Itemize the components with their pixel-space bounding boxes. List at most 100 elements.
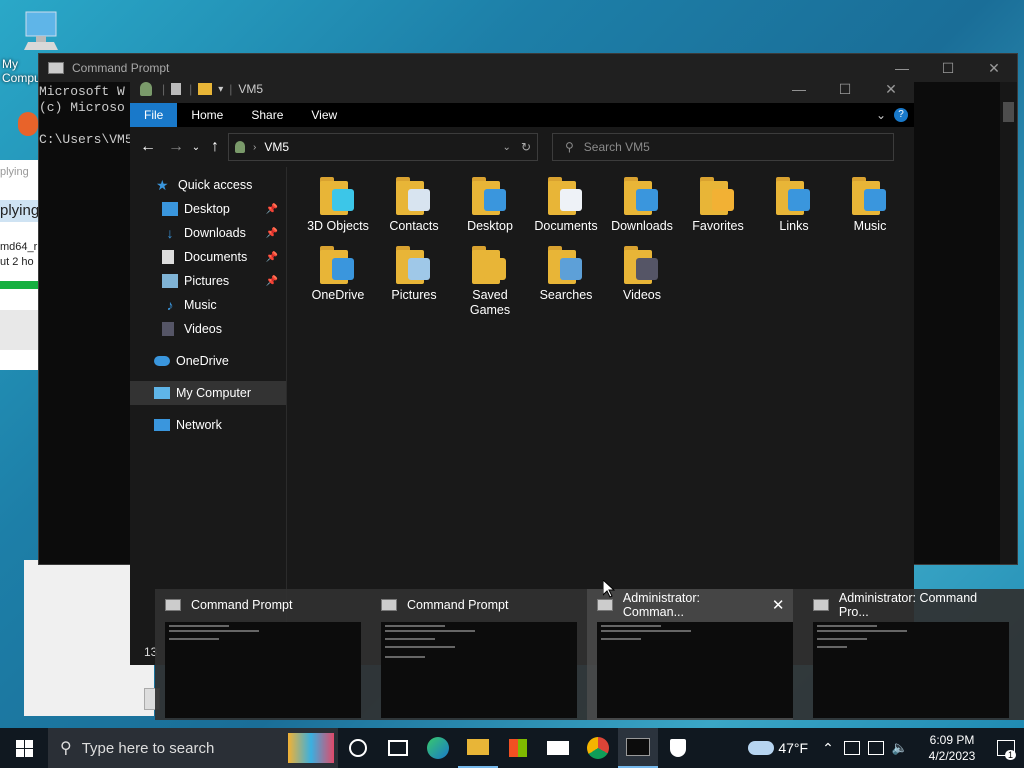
search-placeholder: Search VM5 (583, 140, 650, 154)
minimize-button[interactable]: — (879, 60, 925, 77)
thumbnail-admin-cmd-2[interactable]: Administrator: Command Pro... (803, 589, 1009, 720)
task-view-button[interactable] (378, 728, 418, 768)
folder-label: Downloads (611, 219, 673, 233)
nav-item-desktop[interactable]: Desktop 📌 (130, 197, 286, 221)
mail-icon (547, 741, 569, 755)
recent-locations-icon[interactable]: ⌄ (190, 142, 202, 153)
nav-item-videos[interactable]: Videos (130, 317, 286, 341)
minimize-button[interactable]: — (776, 81, 822, 98)
cmd-icon (597, 599, 613, 611)
cortana-icon (349, 739, 367, 757)
tab-home[interactable]: Home (177, 103, 237, 127)
tray-app-icon[interactable] (843, 741, 860, 755)
nav-item-network[interactable]: Network (130, 413, 286, 437)
pin-icon[interactable]: 📌 (266, 228, 278, 239)
clock-date: 4/2/2023 (928, 749, 976, 763)
chevron-down-icon[interactable]: ⌄ (503, 142, 511, 153)
folder-pictures[interactable]: Pictures (376, 244, 452, 302)
user-folder-icon (140, 82, 152, 96)
navigation-pane[interactable]: ★ Quick access Desktop 📌 ↓ Downloads 📌 D… (130, 167, 287, 657)
nav-item-my-computer[interactable]: My Computer (130, 381, 286, 405)
folder-links[interactable]: Links (756, 175, 832, 233)
properties-icon[interactable] (171, 83, 182, 95)
desktop-icon (162, 202, 178, 216)
weather-temperature[interactable]: 47°F (778, 740, 808, 756)
folder-saved-games[interactable]: Saved Games (452, 244, 528, 318)
folder-label: Contacts (389, 219, 439, 233)
cortana-button[interactable] (338, 728, 378, 768)
folder-onedrive[interactable]: OneDrive (300, 244, 376, 302)
up-icon[interactable]: ↑ (202, 138, 228, 156)
chrome-button[interactable] (578, 728, 618, 768)
folder-3d-objects[interactable]: 3D Objects (300, 175, 376, 233)
start-button[interactable] (0, 728, 48, 768)
clock[interactable]: 6:09 PM 4/2/2023 (916, 732, 988, 764)
notification-center-button[interactable]: 1 (988, 728, 1024, 768)
qat-dropdown-icon[interactable]: ▾ (218, 84, 223, 95)
back-icon[interactable]: ← (134, 138, 162, 156)
file-explorer-window[interactable]: | | ▾ | VM5 — ☐ ✕ File Home Share View ⌄… (130, 75, 914, 665)
folder-videos[interactable]: Videos (604, 244, 680, 302)
pin-icon[interactable]: 📌 (266, 204, 278, 215)
refresh-icon[interactable]: ↻ (521, 140, 531, 154)
ribbon-expand-icon[interactable]: ⌄ (876, 108, 886, 122)
cmd-taskbar-button[interactable] (618, 728, 658, 768)
search-box[interactable]: ⚲ Search VM5 (552, 133, 894, 161)
nav-item-onedrive[interactable]: OneDrive (130, 349, 286, 373)
close-button[interactable]: ✕ (971, 60, 1017, 77)
folder-contacts[interactable]: Contacts (376, 175, 452, 233)
scrollbar-thumb[interactable] (1003, 102, 1014, 122)
thumbnail-admin-cmd-1[interactable]: Administrator: Comman... ✕ (587, 589, 793, 720)
cmd-icon (626, 738, 650, 756)
nav-item-quick-access[interactable]: ★ Quick access (130, 173, 286, 197)
tab-file[interactable]: File (130, 103, 178, 127)
thumbnail-cmd-2[interactable]: Command Prompt (371, 589, 577, 720)
edge-button[interactable] (418, 728, 458, 768)
nav-item-downloads[interactable]: ↓ Downloads 📌 (130, 221, 286, 245)
file-explorer-button[interactable] (458, 728, 498, 768)
maximize-button[interactable]: ☐ (925, 60, 971, 77)
nav-item-music[interactable]: ♪ Music (130, 293, 286, 317)
cmd-scrollbar[interactable] (1000, 82, 1017, 564)
folder-favorites[interactable]: Favorites (680, 175, 756, 233)
pin-icon[interactable]: 📌 (266, 252, 278, 263)
maximize-button[interactable]: ☐ (822, 81, 868, 98)
folder-icon (396, 175, 432, 215)
thumbnail-cmd-1[interactable]: Command Prompt (155, 589, 361, 720)
store-button[interactable] (498, 728, 538, 768)
address-bar[interactable]: › VM5 ⌄ ↻ (228, 133, 538, 161)
mail-button[interactable] (538, 728, 578, 768)
tab-share[interactable]: Share (237, 103, 297, 127)
folder-music[interactable]: Music (832, 175, 908, 233)
download-icon: ↓ (166, 225, 174, 241)
nav-item-documents[interactable]: Documents 📌 (130, 245, 286, 269)
nav-item-pictures[interactable]: Pictures 📌 (130, 269, 286, 293)
network-icon[interactable] (867, 741, 884, 755)
address-text: VM5 (264, 140, 290, 154)
firefox-icon[interactable] (18, 112, 38, 136)
nav-label: Downloads (184, 226, 246, 240)
weather-icon[interactable] (748, 741, 775, 755)
folder-documents[interactable]: Documents (528, 175, 604, 233)
close-button[interactable]: ✕ (868, 81, 914, 98)
tab-view[interactable]: View (297, 103, 351, 127)
explorer-title-bar[interactable]: | | ▾ | VM5 — ☐ ✕ (130, 75, 914, 103)
shield-icon (670, 739, 686, 757)
new-folder-icon[interactable] (198, 83, 213, 95)
folder-desktop[interactable]: Desktop (452, 175, 528, 233)
forward-icon[interactable]: → (162, 138, 190, 156)
pin-icon[interactable]: 📌 (266, 276, 278, 287)
folder-label: Documents (534, 219, 598, 233)
document-icon (162, 250, 174, 264)
cmd-icon (381, 599, 397, 611)
help-icon[interactable]: ? (894, 108, 908, 122)
bg-text: No (8, 355, 24, 369)
folder-searches[interactable]: Searches (528, 244, 604, 302)
folder-label: Music (853, 219, 887, 233)
security-button[interactable] (658, 728, 698, 768)
close-icon[interactable]: ✕ (763, 596, 793, 614)
taskbar-search-box[interactable]: ⚲ Type here to search (48, 728, 338, 768)
chevron-up-icon[interactable]: ⌃ (822, 740, 834, 757)
folder-downloads[interactable]: Downloads (604, 175, 680, 233)
volume-icon[interactable]: 🔈 (892, 740, 908, 756)
